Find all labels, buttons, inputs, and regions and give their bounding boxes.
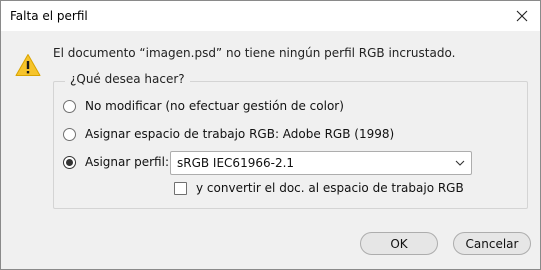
dialog-title: Falta el perfil (10, 9, 88, 23)
option-no-modify-label: No modificar (no efectuar gestión de col… (85, 99, 344, 113)
option-assign-working-space[interactable]: Asignar espacio de trabajo RGB: Adobe RG… (63, 127, 394, 141)
profile-select[interactable]: sRGB IEC61966-2.1 (170, 151, 472, 175)
title-bar: Falta el perfil (1, 1, 540, 31)
missing-profile-dialog: Falta el perfil El documento “imagen.psd… (0, 0, 541, 270)
ok-button[interactable]: OK (360, 232, 438, 255)
radio-assign-profile[interactable] (63, 155, 76, 169)
convert-checkbox[interactable] (174, 181, 187, 195)
convert-checkbox-label: y convertir el doc. al espacio de trabaj… (196, 181, 464, 195)
radio-assign-working-space[interactable] (63, 127, 76, 141)
option-no-modify[interactable]: No modificar (no efectuar gestión de col… (63, 99, 344, 113)
warning-icon (15, 54, 41, 76)
message-text: El documento “imagen.psd” no tiene ningú… (53, 46, 456, 60)
options-group-legend: ¿Qué desea hacer? (65, 72, 190, 86)
close-button[interactable] (504, 1, 540, 31)
chevron-down-icon (455, 160, 465, 166)
option-assign-working-space-label: Asignar espacio de trabajo RGB: Adobe RG… (85, 127, 395, 141)
option-assign-profile-label: Asignar perfil: (85, 155, 169, 169)
close-icon (516, 10, 528, 22)
profile-select-value: sRGB IEC61966-2.1 (177, 156, 295, 170)
option-assign-profile[interactable]: Asignar perfil: (63, 155, 169, 169)
radio-no-modify[interactable] (63, 99, 76, 113)
convert-option[interactable]: y convertir el doc. al espacio de trabaj… (174, 181, 464, 195)
cancel-button[interactable]: Cancelar (453, 232, 531, 255)
